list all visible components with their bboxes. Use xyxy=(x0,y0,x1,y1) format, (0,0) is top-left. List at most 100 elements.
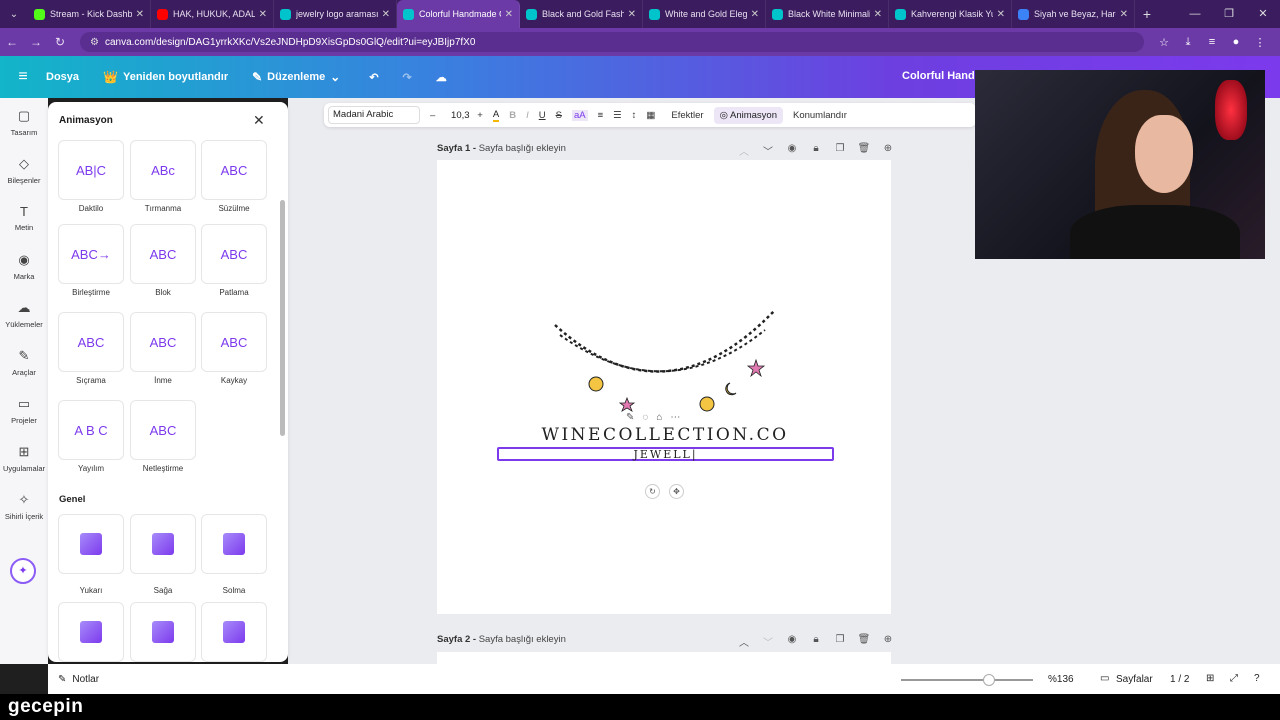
chevron-up-icon[interactable]: ︿ xyxy=(732,634,756,649)
minimize-icon[interactable]: — xyxy=(1178,0,1212,28)
position-button[interactable]: Konumlandır xyxy=(793,110,847,121)
new-tab-button[interactable]: + xyxy=(1135,6,1159,22)
chevron-down-icon[interactable]: ﹀ xyxy=(756,634,780,649)
browser-tab[interactable]: Kahverengi Klasik Yu ✕ xyxy=(889,0,1012,28)
lock-icon[interactable]: ⌂ xyxy=(656,412,662,423)
increase-size-icon[interactable]: + xyxy=(477,110,483,121)
forward-icon[interactable]: → xyxy=(24,35,48,49)
rotate-handle-icon[interactable]: ↻ xyxy=(645,484,660,499)
tab-close-icon[interactable]: ✕ xyxy=(628,9,636,20)
animation-preset-card[interactable]: AB|C xyxy=(58,140,124,200)
animation-preset-card[interactable]: ABC xyxy=(130,400,196,460)
design-title[interactable]: Colorful Handm xyxy=(902,70,985,82)
animation-preset-card[interactable]: ABC xyxy=(201,224,267,284)
rail-item[interactable]: ✧ Sihirli İçerik xyxy=(0,482,48,530)
rail-item[interactable]: ⊞ Uygulamalar xyxy=(0,434,48,482)
hamburger-menu-icon[interactable]: ≡ xyxy=(0,68,46,86)
reload-icon[interactable]: ↻ xyxy=(48,35,72,49)
page1-title-input[interactable]: Sayfa başlığı ekleyin xyxy=(479,143,566,154)
logo-sub-text-selected[interactable]: JEWELL| xyxy=(497,447,834,461)
animation-preset-card[interactable]: ABC→ xyxy=(58,224,124,284)
tab-close-icon[interactable]: ✕ xyxy=(382,9,390,20)
edit-mode-button[interactable]: ✎ Düzenleme ⌄ xyxy=(252,70,345,84)
animation-preset-card[interactable]: ABC xyxy=(201,140,267,200)
page2-title-input[interactable]: Sayfa başlığı ekleyin xyxy=(479,634,566,645)
more-options-icon[interactable]: ⋯ xyxy=(670,412,680,423)
redo-button[interactable]: ↷ xyxy=(403,71,412,84)
eye-icon[interactable]: ◉ xyxy=(780,143,804,158)
tab-close-icon[interactable]: ✕ xyxy=(1120,9,1128,20)
logo-main-text[interactable]: WINECOLLECTION.CO xyxy=(532,425,798,445)
browser-tab[interactable]: jewelry logo araması ✕ xyxy=(274,0,397,28)
notes-icon[interactable]: ✎ xyxy=(58,674,66,685)
bold-icon[interactable]: B xyxy=(509,110,516,121)
notes-button[interactable]: Notlar xyxy=(72,674,99,685)
magic-edit-icon[interactable]: ✎ xyxy=(626,412,634,423)
rail-item[interactable]: ◉ Marka xyxy=(0,242,48,290)
profile-avatar[interactable]: ● xyxy=(1224,36,1248,49)
tab-close-icon[interactable]: ✕ xyxy=(505,9,513,20)
animation-preset-card[interactable]: ABc xyxy=(130,140,196,200)
file-menu[interactable]: Dosya xyxy=(46,71,79,83)
chevron-down-icon[interactable]: ﹀ xyxy=(756,143,780,158)
chevron-up-icon[interactable]: ︿ xyxy=(732,143,756,158)
tab-close-icon[interactable]: ✕ xyxy=(751,9,759,20)
tab-close-icon[interactable]: ✕ xyxy=(997,9,1005,20)
add-page-icon[interactable]: ⊕ xyxy=(876,143,900,158)
general-animation-card[interactable] xyxy=(201,514,267,574)
browser-tab[interactable]: Black and Gold Fashi ✕ xyxy=(520,0,643,28)
panel-scrollbar[interactable] xyxy=(280,200,285,436)
tab-close-icon[interactable]: ✕ xyxy=(136,9,144,20)
comment-icon[interactable]: ◌ xyxy=(642,412,648,423)
pages-icon[interactable]: ▭ xyxy=(1100,673,1109,684)
bookmark-star-icon[interactable]: ☆ xyxy=(1152,36,1176,49)
zoom-slider[interactable] xyxy=(901,679,1033,681)
cloud-save-icon[interactable]: ☁ xyxy=(436,71,447,84)
effects-button[interactable]: Efektler xyxy=(671,110,703,121)
rail-item[interactable]: ▢ Tasarım xyxy=(0,98,48,146)
page2-canvas[interactable] xyxy=(437,652,891,664)
media-icon[interactable]: ≡ xyxy=(1200,36,1224,49)
duplicate-icon[interactable]: ❐ xyxy=(828,143,852,158)
align-center-icon[interactable]: ≡ xyxy=(598,110,604,121)
duplicate-icon[interactable]: ❐ xyxy=(828,634,852,649)
transparency-icon[interactable]: ▦ xyxy=(646,110,655,121)
tab-close-icon[interactable]: ✕ xyxy=(874,9,882,20)
magic-assistant-button[interactable]: ✦ xyxy=(10,558,36,584)
rail-item[interactable]: ☁ Yüklemeler xyxy=(0,290,48,338)
trash-icon[interactable]: 🗑︎ xyxy=(852,634,876,649)
pages-button[interactable]: Sayfalar xyxy=(1116,674,1153,685)
close-window-icon[interactable]: ✕ xyxy=(1246,0,1280,28)
browser-tab[interactable]: Siyah ve Beyaz, Hare ✕ xyxy=(1012,0,1135,28)
animation-preset-card[interactable]: A B C xyxy=(58,400,124,460)
site-info-icon[interactable]: ⚙ xyxy=(90,37,99,48)
general-animation-card[interactable] xyxy=(58,514,124,574)
zoom-slider-handle[interactable] xyxy=(983,674,995,686)
list-icon[interactable]: ☰ xyxy=(613,110,622,121)
general-animation-card[interactable] xyxy=(130,514,196,574)
italic-icon[interactable]: I xyxy=(526,110,529,121)
rail-item[interactable]: ◇ Bileşenler xyxy=(0,146,48,194)
font-family-select[interactable]: Madani Arabic xyxy=(328,106,420,124)
strikethrough-icon[interactable]: S xyxy=(556,110,562,121)
decrease-size-icon[interactable]: – xyxy=(430,110,435,121)
move-handle-icon[interactable]: ✥ xyxy=(669,484,684,499)
eye-icon[interactable]: ◉ xyxy=(780,634,804,649)
tab-close-icon[interactable]: ✕ xyxy=(259,9,267,20)
necklace-illustration[interactable] xyxy=(550,305,780,417)
close-icon[interactable]: ✕ xyxy=(253,112,265,129)
lock-icon[interactable]: 🔒︎ xyxy=(804,143,828,158)
animation-preset-card[interactable]: ABC xyxy=(130,224,196,284)
back-icon[interactable]: ← xyxy=(0,35,24,49)
browser-tab[interactable]: HAK, HUKUK, ADALET ✕ xyxy=(151,0,274,28)
animation-button[interactable]: ◎ Animasyon xyxy=(713,106,783,124)
browser-tab[interactable]: White and Gold Eleg ✕ xyxy=(643,0,766,28)
text-color-icon[interactable]: A xyxy=(492,109,500,122)
browser-tab[interactable]: Black White Minimali ✕ xyxy=(766,0,889,28)
general-animation-card[interactable] xyxy=(130,602,196,662)
rail-item[interactable]: ✎ Araçlar xyxy=(0,338,48,386)
animation-preset-card[interactable]: ABC xyxy=(58,312,124,372)
general-animation-card[interactable] xyxy=(201,602,267,662)
undo-button[interactable]: ↶ xyxy=(369,71,378,84)
trash-icon[interactable]: 🗑︎ xyxy=(852,143,876,158)
